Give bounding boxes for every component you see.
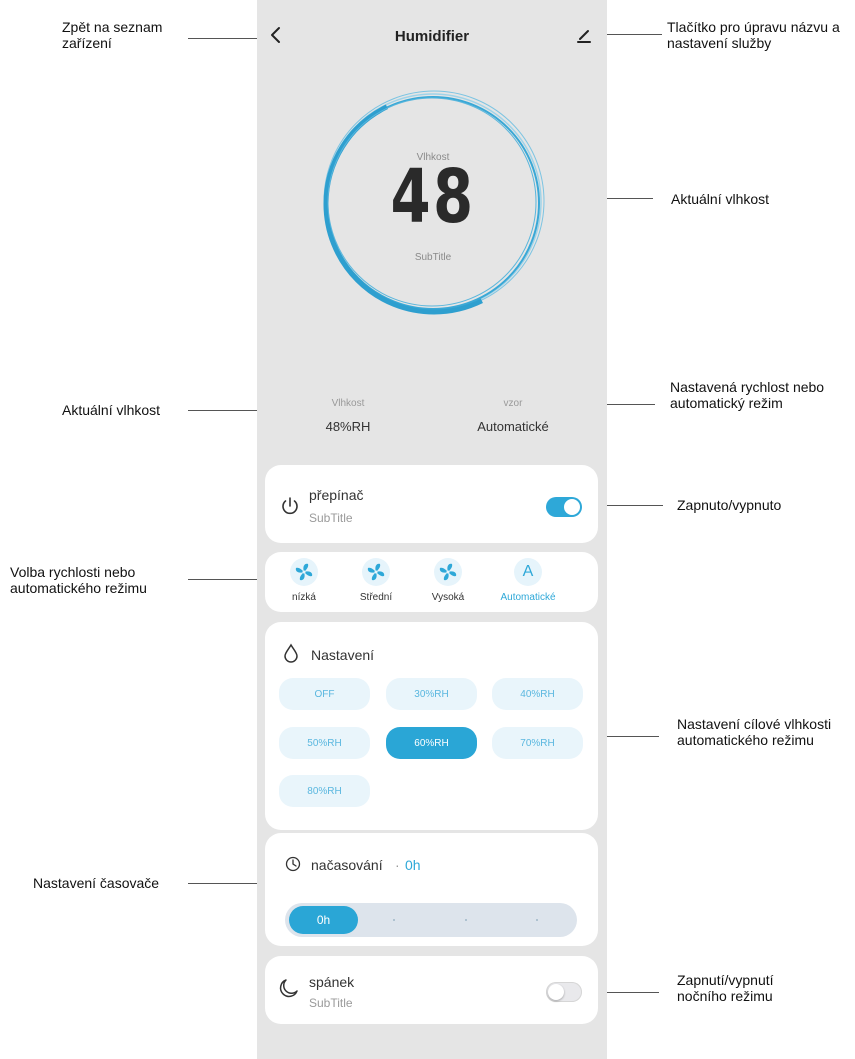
mode-high[interactable]: Vysoká — [413, 558, 483, 603]
timer-step[interactable] — [465, 919, 467, 921]
power-title: přepínač — [309, 487, 364, 503]
mode-label: Střední — [359, 592, 393, 603]
mode-label: nízká — [292, 592, 316, 603]
sleep-title: spánek — [309, 974, 355, 990]
timer-separator: · — [395, 857, 400, 873]
drop-icon — [283, 643, 299, 668]
annotation-power: Zapnuto/vypnuto — [677, 497, 782, 513]
fan-icon — [434, 558, 462, 586]
stat-label: Vlhkost — [331, 398, 365, 409]
timer-title: načasování — [311, 857, 383, 873]
annotation-target-humidity: Nastavení cílové vlhkosti automatického … — [677, 716, 832, 748]
annotation-current-humidity: Aktuální vlhkost — [62, 402, 161, 418]
annotation-edit: Tlačítko pro úpravu názvu a nastavení sl… — [667, 19, 840, 51]
setting-card: Nastavení OFF 30%RH 40%RH 50%RH 60%RH 70… — [265, 622, 598, 830]
moon-icon — [277, 976, 301, 1005]
annotation-line — [188, 38, 262, 39]
clock-icon — [285, 856, 301, 877]
annotation-current-humidity-ring: Aktuální vlhkost — [671, 191, 770, 207]
annotation-speed-mode: Nastavená rychlost nebo automatický reži… — [670, 379, 825, 411]
fan-icon — [362, 558, 390, 586]
timer-step[interactable] — [393, 919, 395, 921]
humidity-option-30[interactable]: 30%RH — [386, 678, 477, 710]
annotation-line — [604, 34, 662, 35]
annotation-timer: Nastavení časovače — [33, 875, 160, 891]
power-toggle[interactable] — [546, 497, 582, 517]
sleep-toggle[interactable] — [546, 982, 582, 1002]
humidity-option-70[interactable]: 70%RH — [492, 727, 583, 759]
annotation-night: Zapnutí/vypnutí nočního režimu — [677, 972, 774, 1004]
auto-icon: A — [514, 558, 542, 586]
stat-humidity: Vlhkost 48%RH — [288, 398, 408, 434]
mode-card: nízká Střední Vysoká A Automatické — [265, 552, 598, 612]
mode-medium[interactable]: Střední — [341, 558, 411, 603]
mode-auto[interactable]: A Automatické — [493, 558, 563, 603]
power-card: přepínač SubTitle — [265, 465, 598, 543]
stat-label: vzor — [503, 398, 523, 409]
humidity-option-50[interactable]: 50%RH — [279, 727, 370, 759]
fan-icon — [290, 558, 318, 586]
annotation-back: Zpět na seznam zařízení — [62, 19, 163, 51]
edit-icon[interactable] — [571, 22, 597, 48]
gauge-subtitle: SubTitle — [414, 252, 452, 263]
power-icon — [279, 495, 301, 522]
gauge-value: 48 — [390, 154, 476, 240]
setting-title: Nastavení — [311, 647, 375, 663]
mode-label: Automatické — [500, 592, 556, 603]
timer-slider[interactable]: 0h — [285, 903, 577, 937]
humidity-option-60[interactable]: 60%RH — [386, 727, 477, 759]
toggle-knob — [548, 984, 564, 1000]
timer-value: 0h — [405, 857, 421, 873]
sleep-subtitle: SubTitle — [309, 996, 353, 1010]
stat-mode: vzor Automatické — [453, 398, 573, 434]
page-title: Humidifier — [394, 28, 470, 45]
annotation-speed-select: Volba rychlosti nebo automatického režim… — [10, 564, 147, 596]
power-subtitle: SubTitle — [309, 511, 353, 525]
toggle-knob — [564, 499, 580, 515]
timer-card: načasování · 0h 0h — [265, 833, 598, 946]
humidity-gauge: Vlhkost 48 SubTitle — [317, 86, 549, 318]
stat-value: Automatické — [477, 419, 549, 434]
timer-selected-step[interactable]: 0h — [289, 906, 358, 934]
humidity-option-40[interactable]: 40%RH — [492, 678, 583, 710]
timer-step[interactable] — [536, 919, 538, 921]
phone-screen: Humidifier Vlhkost 48 SubTitle Vlhkost 4… — [257, 0, 607, 1059]
stat-value: 48%RH — [325, 419, 371, 434]
sleep-card: spánek SubTitle — [265, 956, 598, 1024]
humidity-option-80[interactable]: 80%RH — [279, 775, 370, 807]
mode-label: Vysoká — [431, 592, 465, 603]
humidity-option-off[interactable]: OFF — [279, 678, 370, 710]
mode-low[interactable]: nízká — [269, 558, 339, 603]
